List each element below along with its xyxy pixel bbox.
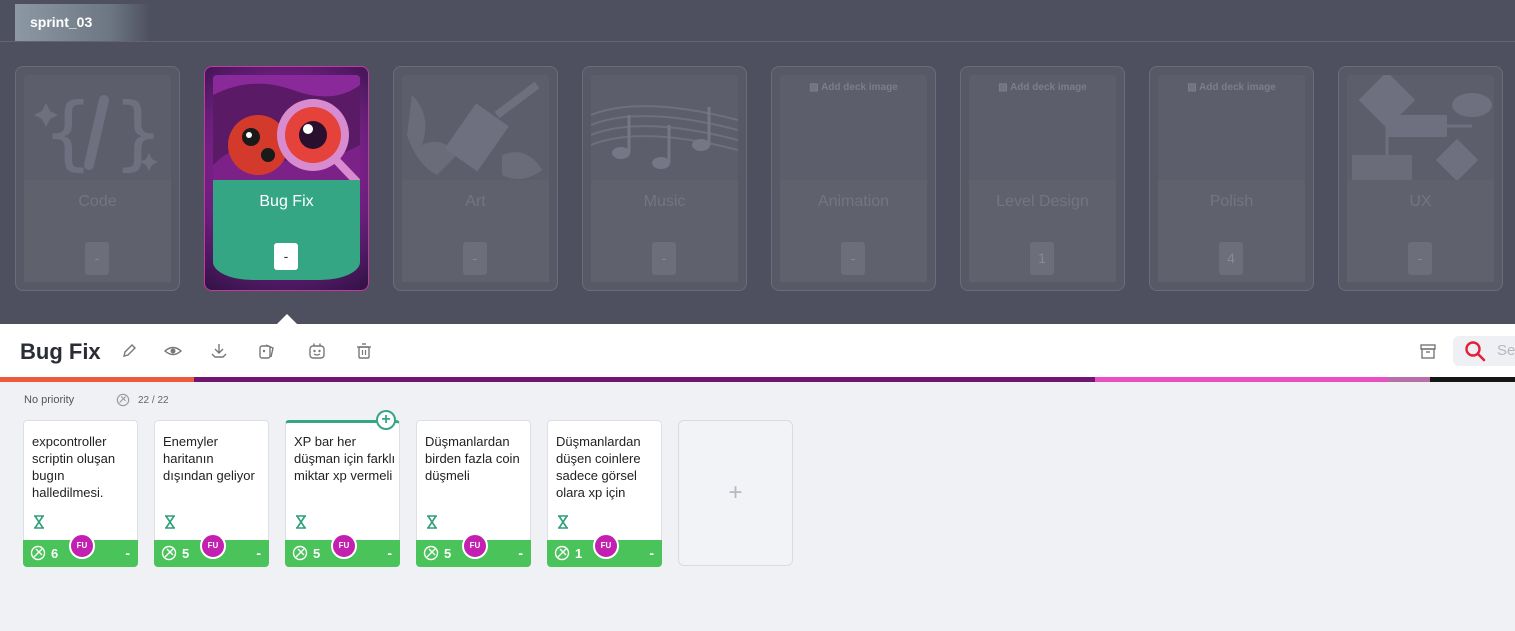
- svg-text:}: }: [114, 86, 162, 179]
- story-points: 5: [182, 546, 190, 561]
- ladybug-icon: [292, 545, 308, 561]
- deck-color-strip: [0, 377, 1515, 382]
- download-icon[interactable]: [210, 342, 228, 360]
- trash-icon[interactable]: [355, 342, 373, 360]
- pencil-icon[interactable]: [120, 342, 138, 360]
- code-braces-art: { }: [24, 75, 171, 188]
- card-status[interactable]: -: [125, 545, 130, 561]
- deck-label: Level Design: [996, 193, 1089, 210]
- task-card[interactable]: expcontroller scriptin oluşan bugın hall…: [23, 420, 138, 567]
- archive-icon[interactable]: [1419, 342, 1437, 360]
- sprint-tab[interactable]: sprint_03: [15, 4, 150, 41]
- divider: [0, 41, 1515, 42]
- story-points: 5: [444, 546, 452, 561]
- card-title: Düşmanlardan düşen coinlere sadece görse…: [556, 434, 641, 500]
- card-title: Enemyler haritanın dışından geliyor: [163, 434, 255, 483]
- deck-polish[interactable]: ▨ Add deck image Polish 4: [1149, 66, 1314, 291]
- strip-segment: [1430, 377, 1515, 382]
- avatar[interactable]: FU: [200, 533, 226, 559]
- story-points: 1: [575, 546, 583, 561]
- deck-label: UX: [1409, 193, 1432, 210]
- page-title: Bug Fix: [20, 339, 101, 364]
- deck-level-design[interactable]: ▨ Add deck image Level Design 1: [960, 66, 1125, 291]
- deck-code[interactable]: { } Code -: [15, 66, 180, 291]
- task-card[interactable]: XP bar her düşman için farklı miktar xp …: [285, 420, 400, 567]
- deck-count: 1: [1030, 242, 1054, 275]
- hourglass-icon: [427, 515, 437, 529]
- card-title: Düşmanlardan birden fazla coin düşmeli: [425, 434, 520, 483]
- deck-count: -: [85, 242, 109, 275]
- hourglass-icon: [558, 515, 568, 529]
- task-card[interactable]: Enemyler haritanın dışından geliyor 5 - …: [154, 420, 269, 567]
- music-notes-art: [591, 75, 738, 188]
- deck-count: -: [274, 243, 298, 270]
- robot-icon[interactable]: [308, 342, 326, 360]
- flowchart-art: [1347, 75, 1494, 188]
- priority-label: No priority: [24, 394, 75, 406]
- avatar[interactable]: FU: [462, 533, 488, 559]
- deck-animation[interactable]: ▨ Add deck image Animation -: [771, 66, 936, 291]
- avatar[interactable]: FU: [331, 533, 357, 559]
- card-status[interactable]: -: [387, 545, 392, 561]
- story-points: 6: [51, 546, 59, 561]
- card-title: expcontroller scriptin oluşan bugın hall…: [32, 434, 116, 500]
- strip-segment: [1095, 377, 1388, 382]
- deck-count: -: [652, 242, 676, 275]
- deck-label: Code: [78, 193, 117, 210]
- palette-icon[interactable]: [258, 342, 276, 360]
- strip-segment: [194, 377, 1095, 382]
- card-status[interactable]: -: [649, 545, 654, 561]
- strip-segment: [1388, 377, 1430, 382]
- deck-label: Art: [465, 193, 486, 210]
- ladybug-magnifier-art: [213, 75, 360, 188]
- card-title: XP bar her düşman için farklı miktar xp …: [294, 434, 396, 483]
- add-subtask-button[interactable]: +: [376, 410, 396, 430]
- add-deck-image-button[interactable]: ▨ Add deck image: [969, 82, 1116, 93]
- deck-art[interactable]: Art -: [393, 66, 558, 291]
- card-status[interactable]: -: [256, 545, 261, 561]
- ladybug-icon: [30, 545, 46, 561]
- deck-count: -: [841, 242, 865, 275]
- search-input[interactable]: Search: [1453, 336, 1515, 366]
- deck-count: -: [463, 242, 487, 275]
- ladybug-icon: [554, 545, 570, 561]
- list-header: Bug Fix Search: [0, 324, 1515, 377]
- ladybug-progress-icon: [116, 393, 130, 407]
- eye-icon[interactable]: [164, 342, 182, 360]
- image-icon: ▨: [809, 82, 822, 93]
- avatar[interactable]: FU: [593, 533, 619, 559]
- task-card[interactable]: Düşmanlardan düşen coinlere sadece görse…: [547, 420, 662, 567]
- active-deck-caret: [277, 314, 297, 324]
- hourglass-icon: [165, 515, 175, 529]
- avatar[interactable]: FU: [69, 533, 95, 559]
- add-deck-image-button[interactable]: ▨ Add deck image: [780, 82, 927, 93]
- deck-count: 4: [1219, 242, 1243, 275]
- add-deck-image-button[interactable]: ▨ Add deck image: [1158, 82, 1305, 93]
- hourglass-icon: [296, 515, 306, 529]
- task-card[interactable]: Düşmanlardan birden fazla coin düşmeli 5…: [416, 420, 531, 567]
- deck-music[interactable]: Music -: [582, 66, 747, 291]
- deck-label: Music: [643, 193, 686, 210]
- deck-panel: sprint_03 { } Code - Bug Fix - Art - Mus…: [0, 0, 1515, 324]
- add-card-button[interactable]: +: [678, 420, 793, 566]
- ladybug-icon: [161, 545, 177, 561]
- deck-bug-fix[interactable]: Bug Fix -: [204, 66, 369, 291]
- deck-label: Animation: [817, 193, 890, 210]
- card-status[interactable]: -: [518, 545, 523, 561]
- image-icon: ▨: [998, 82, 1011, 93]
- story-points: 5: [313, 546, 321, 561]
- search-icon: [1465, 341, 1486, 362]
- paint-brush-art: [402, 75, 549, 188]
- deck-label: Polish: [1209, 193, 1254, 210]
- plus-icon: +: [728, 479, 743, 506]
- deck-label: Bug Fix: [259, 193, 314, 210]
- image-icon: ▨: [1187, 82, 1200, 93]
- hourglass-icon: [34, 515, 44, 529]
- deck-count: -: [1408, 242, 1432, 275]
- search-placeholder: Search: [1497, 342, 1515, 359]
- deck-ux[interactable]: UX -: [1338, 66, 1503, 291]
- progress-count: 22 / 22: [138, 395, 169, 406]
- strip-segment: [0, 377, 194, 382]
- ladybug-icon: [423, 545, 439, 561]
